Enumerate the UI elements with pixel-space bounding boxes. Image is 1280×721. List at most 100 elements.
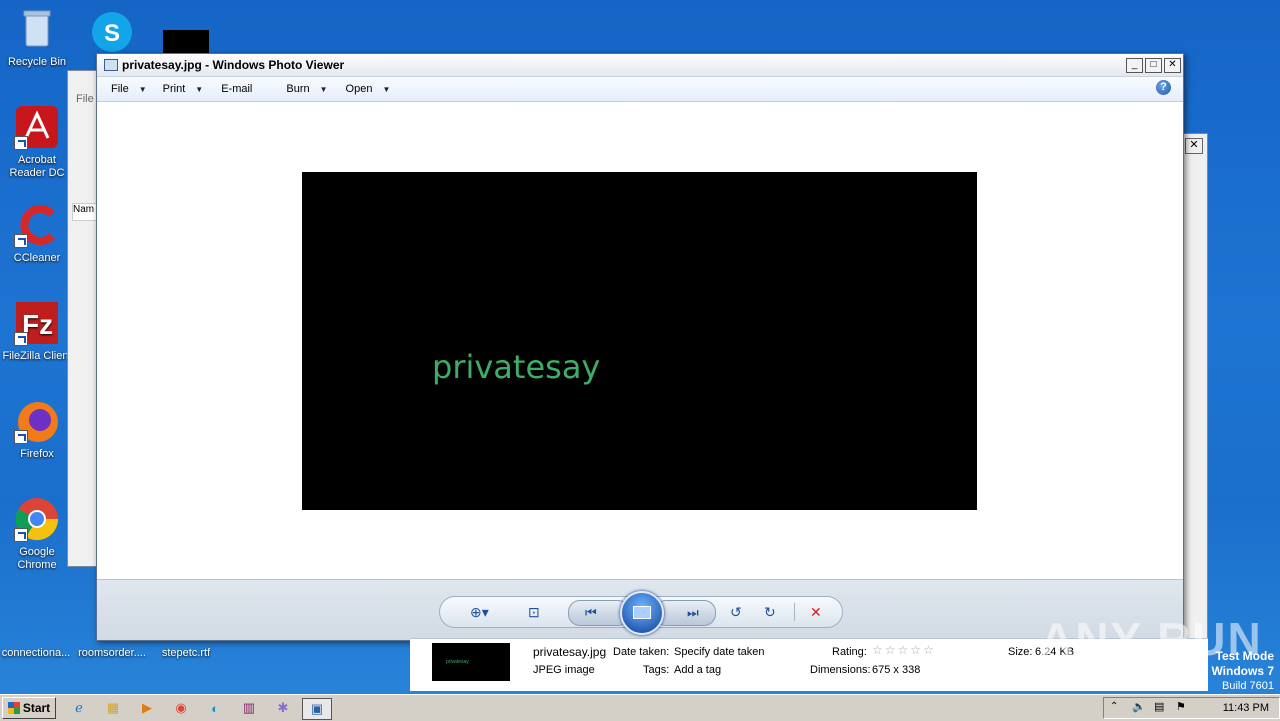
menu-file[interactable]: File ▼	[111, 83, 147, 95]
photo-viewer-window[interactable]: privatesay.jpg - Windows Photo Viewer _ …	[96, 53, 1184, 641]
date-taken-label: Date taken:	[613, 646, 670, 658]
system-tray: ⌃ 🔈 ▤ ⚑ 11:43 PM	[1103, 697, 1280, 719]
edge-icon[interactable]: ◐	[204, 698, 226, 718]
star-icon[interactable]: ☆	[898, 643, 909, 657]
chevron-down-icon: ▼	[382, 84, 391, 94]
slideshow-icon	[633, 606, 651, 619]
menu-email[interactable]: E-mail	[221, 83, 252, 95]
shortcut-arrow-icon	[14, 136, 28, 150]
displayed-photo: privatesay	[302, 172, 977, 510]
star-icon[interactable]: ☆	[872, 643, 883, 657]
actual-size-icon[interactable]: ⊡	[528, 604, 540, 621]
photo-viewer-taskbar-button[interactable]: ▣	[302, 698, 332, 720]
rating-label: Rating:	[832, 646, 867, 658]
menu-print[interactable]: Print ▼	[163, 83, 204, 95]
network-icon[interactable]: ▤	[1154, 700, 1164, 713]
windows-flag-icon	[7, 702, 20, 714]
menu-burn[interactable]: Burn ▼	[286, 83, 327, 95]
details-filename: privatesay.jpg	[533, 645, 607, 659]
rotate-clockwise-icon[interactable]: ↻	[764, 604, 776, 621]
background-explorer-window[interactable]: File Nam	[67, 70, 100, 567]
star-icon[interactable]: ☆	[923, 643, 934, 657]
controls-pill: ⊕▾ ⊡ ⏮ ⏭ ↺ ↻ ✕	[439, 591, 843, 635]
star-icon[interactable]: ☆	[885, 643, 896, 657]
desktop-icon-filezilla[interactable]: Fz FileZilla Client	[0, 300, 74, 363]
shortcut-arrow-icon	[14, 332, 28, 346]
chrome-taskbar-icon[interactable]: ◉	[170, 698, 192, 718]
action-center-flag-icon[interactable]: ⚑	[1176, 700, 1186, 713]
chevron-down-icon: ▼	[195, 84, 204, 94]
slideshow-button[interactable]	[620, 591, 664, 635]
build-label: Build 7601	[1222, 680, 1274, 692]
desktop-icon-acrobat[interactable]: Acrobat Reader DC	[0, 104, 74, 180]
delete-icon[interactable]: ✕	[810, 604, 822, 621]
test-mode-label: Test Mode	[1215, 649, 1274, 663]
clock[interactable]: 11:43 PM	[1223, 702, 1269, 714]
desktop-file-label[interactable]: roomsorder....	[74, 647, 150, 660]
start-button[interactable]: Start	[2, 697, 56, 719]
shortcut-arrow-icon	[14, 234, 28, 248]
svg-text:S: S	[104, 20, 120, 47]
acrobat-icon	[14, 104, 60, 150]
volume-icon[interactable]: 🔈	[1132, 700, 1146, 713]
background-close-button[interactable]: ✕	[1185, 138, 1203, 154]
window-title: privatesay.jpg - Windows Photo Viewer	[122, 58, 345, 72]
dimensions-label: Dimensions:	[810, 664, 871, 676]
start-label: Start	[22, 701, 51, 715]
os-label: Windows 7	[1211, 664, 1274, 678]
desktop-icon-ccleaner[interactable]: CCleaner	[0, 202, 74, 265]
explorer-icon[interactable]: ▦	[102, 698, 124, 718]
skype-icon[interactable]: S	[90, 10, 134, 54]
recycle-bin-icon	[14, 6, 60, 52]
zoom-icon[interactable]: ⊕▾	[470, 604, 489, 621]
background-window-right[interactable]: ✕	[1180, 133, 1208, 645]
maximize-button[interactable]: □	[1145, 57, 1162, 73]
test-mode-notice: Test Mode Windows 7 Build 7601	[1211, 649, 1274, 693]
chevron-down-icon: ▼	[138, 84, 147, 94]
menu-open[interactable]: Open ▼	[346, 83, 391, 95]
app-icon[interactable]: ✱	[272, 698, 294, 718]
tags-label: Tags:	[643, 664, 670, 676]
desktop-icon-label: Recycle Bin	[7, 56, 67, 68]
control-bar: ⊕▾ ⊡ ⏮ ⏭ ↺ ↻ ✕	[97, 579, 1183, 640]
explorer-file-menu[interactable]: File	[76, 93, 94, 105]
desktop-file-label[interactable]: connectiona...	[0, 647, 72, 660]
rating-stars[interactable]: ☆ ☆ ☆ ☆ ☆	[872, 643, 936, 657]
firefox-icon	[14, 398, 60, 444]
filezilla-icon: Fz	[14, 300, 60, 346]
desktop-file-label[interactable]: stepetc.rtf	[150, 647, 222, 660]
help-icon[interactable]: ?	[1156, 80, 1171, 95]
date-taken-value[interactable]: Specify date taken	[674, 646, 765, 658]
star-icon[interactable]: ☆	[910, 643, 921, 657]
photo-text: privatesay	[432, 348, 601, 386]
previous-icon: ⏮	[585, 605, 597, 620]
desktop-icon-firefox[interactable]: Firefox	[0, 398, 74, 461]
desktop-icon-label: FileZilla Client	[2, 350, 72, 362]
ie-icon[interactable]: ℯ	[68, 698, 90, 718]
close-button[interactable]: ✕	[1164, 57, 1181, 73]
shortcut-arrow-icon	[14, 430, 28, 444]
separator	[794, 603, 795, 621]
desktop-icon-label: Firefox	[20, 448, 54, 460]
desktop-icon-chrome[interactable]: Google Chrome	[0, 496, 74, 572]
black-file-icon[interactable]	[163, 30, 209, 54]
winrar-icon[interactable]: ▥	[238, 698, 260, 718]
minimize-button[interactable]: _	[1126, 57, 1143, 73]
chevron-down-icon: ▼	[319, 84, 328, 94]
taskbar: Start ℯ ▦ ▶ ◉ ◐ ▥ ✱ ▣ ⌃ 🔈 ▤ ⚑ 11:43 PM	[0, 694, 1280, 721]
desktop-icon-label: CCleaner	[13, 252, 61, 264]
title-bar[interactable]: privatesay.jpg - Windows Photo Viewer _ …	[97, 54, 1183, 77]
size-label: Size:	[1008, 646, 1033, 658]
desktop-icon-recycle-bin[interactable]: Recycle Bin	[0, 6, 74, 69]
desktop-icon-label: Google Chrome	[17, 546, 57, 571]
media-player-icon[interactable]: ▶	[136, 698, 158, 718]
tags-value[interactable]: Add a tag	[674, 664, 721, 676]
menu-bar: File ▼ Print ▼ E-mail Burn ▼ Open ▼	[97, 77, 1183, 102]
next-icon: ⏭	[687, 605, 699, 620]
ccleaner-icon	[14, 202, 60, 248]
show-hidden-icons[interactable]: ⌃	[1110, 701, 1118, 712]
rotate-counterclockwise-icon[interactable]: ↺	[730, 604, 742, 621]
image-canvas[interactable]: privatesay	[97, 102, 1183, 579]
chrome-icon	[14, 496, 60, 542]
photo-viewer-icon	[104, 59, 118, 71]
